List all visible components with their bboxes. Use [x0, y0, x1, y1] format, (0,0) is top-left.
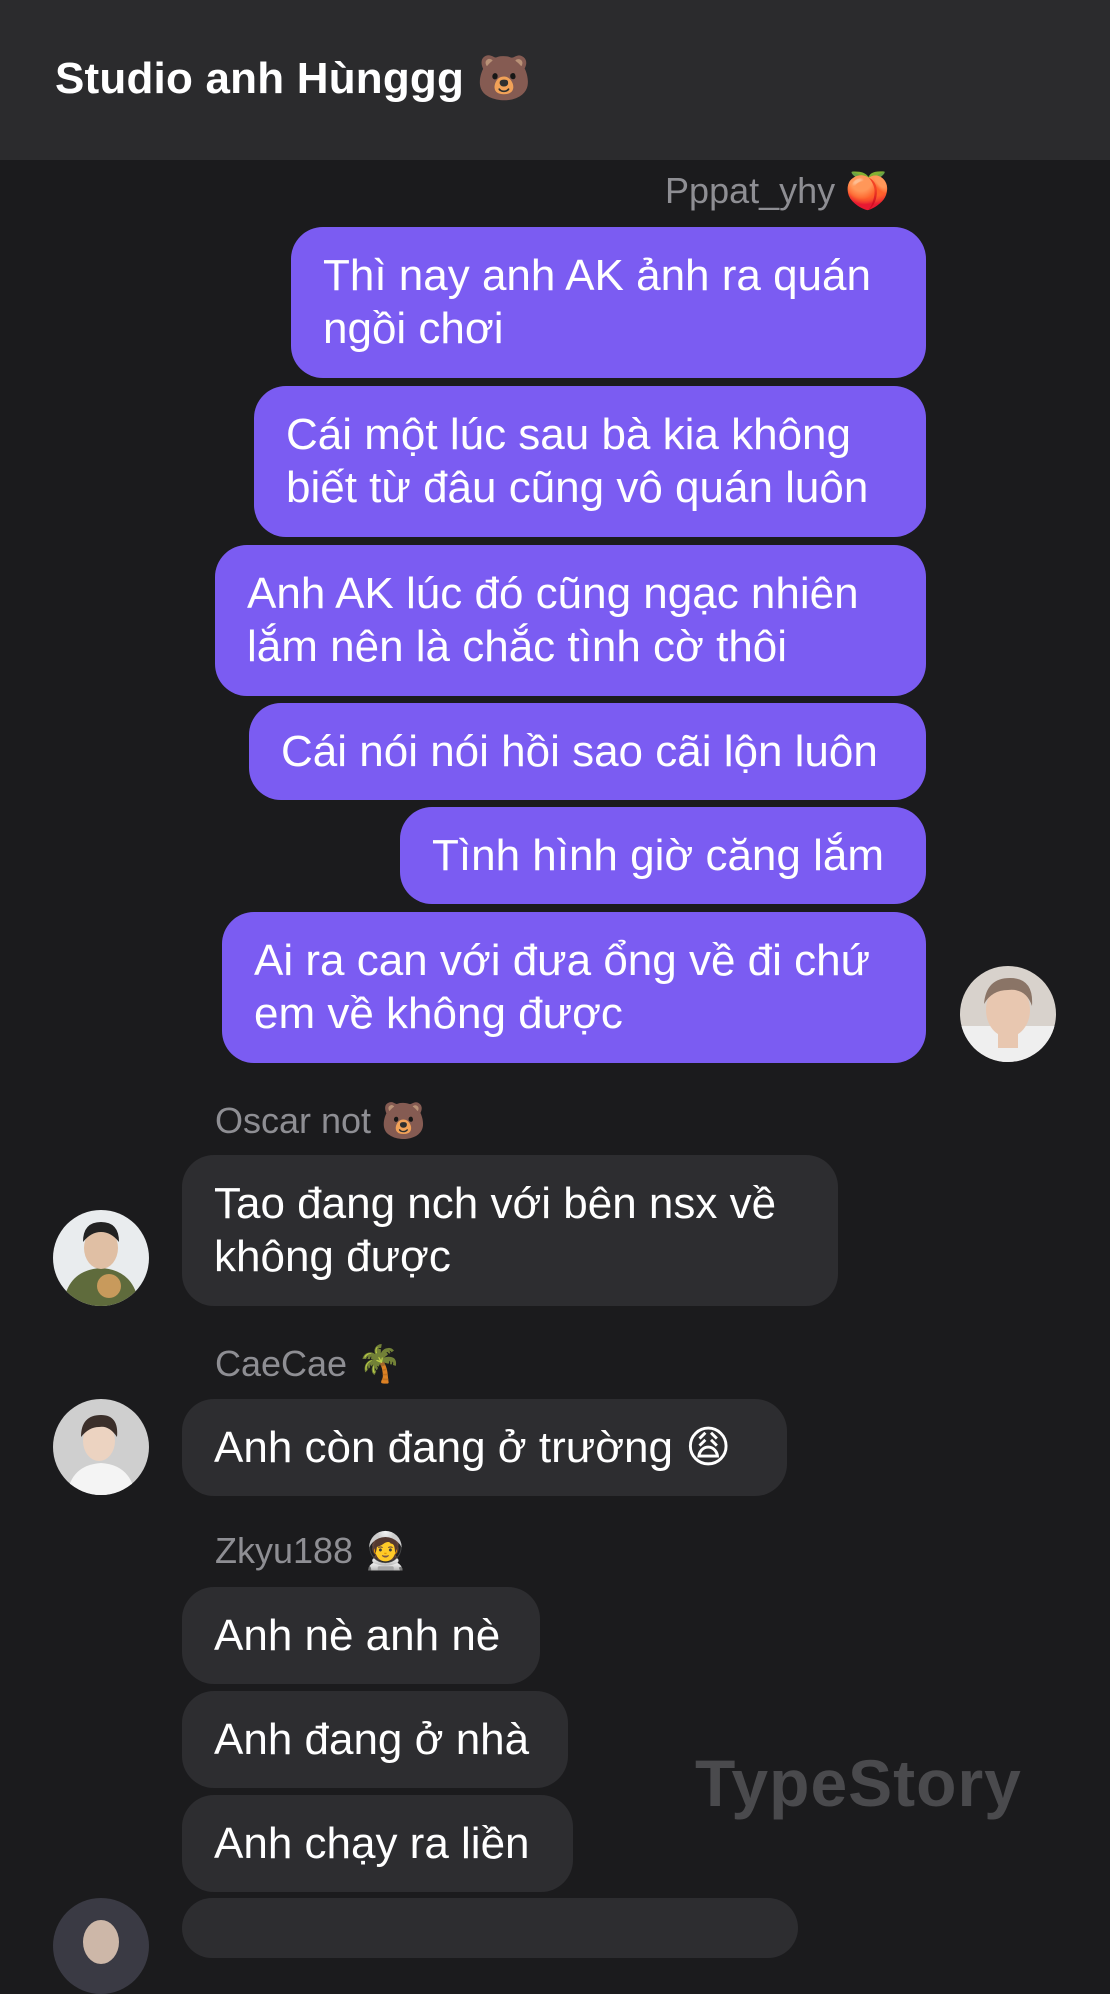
message-bubble-out[interactable]: Tình hình giờ căng lắm: [400, 807, 926, 904]
message-bubble-in[interactable]: Anh nè anh nè: [182, 1587, 540, 1684]
message-bubble-out[interactable]: Ai ra can với đưa ổng về đi chứ em về kh…: [222, 912, 926, 1063]
message-bubble-in[interactable]: Anh đang ở nhà: [182, 1691, 568, 1788]
sender-name-zkyu: Zkyu188 🧑‍🚀: [215, 1530, 408, 1572]
chat-header: Studio anh Hùnggg 🐻: [0, 0, 1110, 160]
message-bubble-in[interactable]: Anh còn đang ở trường 😩: [182, 1399, 787, 1496]
sender-name-caecae: CaeCae 🌴: [215, 1343, 402, 1385]
avatar-oscar[interactable]: [53, 1210, 149, 1306]
peach-emoji-icon: 🍑: [845, 171, 890, 212]
chat-title[interactable]: Studio anh Hùnggg 🐻: [55, 52, 532, 104]
message-bubble-out[interactable]: Thì nay anh AK ảnh ra quán ngồi chơi: [291, 227, 926, 378]
watermark: TypeStory: [695, 1746, 1022, 1820]
palm-tree-emoji-icon: 🌴: [357, 1344, 402, 1385]
sender-name-text: CaeCae: [215, 1343, 348, 1384]
bear-emoji-icon: 🐻: [381, 1101, 426, 1142]
avatar-zkyu[interactable]: [53, 1898, 149, 1994]
sender-name-text: Oscar not: [215, 1100, 372, 1141]
message-bubble-in[interactable]: Anh chạy ra liền: [182, 1795, 573, 1892]
avatar-pppat[interactable]: [960, 966, 1056, 1062]
sender-name-text: Pppat_yhy: [665, 170, 836, 211]
bear-emoji-icon: 🐻: [476, 53, 532, 104]
chat-title-text: Studio anh Hùnggg: [55, 54, 465, 103]
sender-name-text: Zkyu188: [215, 1530, 354, 1571]
sender-name-pppat: Pppat_yhy 🍑: [665, 170, 890, 212]
astronaut-emoji-icon: 🧑‍🚀: [363, 1531, 408, 1572]
message-bubble-in[interactable]: Tao đang nch với bên nsx về không được: [182, 1155, 838, 1306]
message-bubble-out[interactable]: Anh AK lúc đó cũng ngạc nhiên lắm nên là…: [215, 545, 926, 696]
message-bubble-out[interactable]: Cái một lúc sau bà kia không biết từ đâu…: [254, 386, 926, 537]
avatar-caecae[interactable]: [53, 1399, 149, 1495]
sender-name-oscar: Oscar not 🐻: [215, 1100, 426, 1142]
message-bubble-out[interactable]: Cái nói nói hồi sao cãi lộn luôn: [249, 703, 926, 800]
message-bubble-in-partial[interactable]: [182, 1898, 798, 1958]
